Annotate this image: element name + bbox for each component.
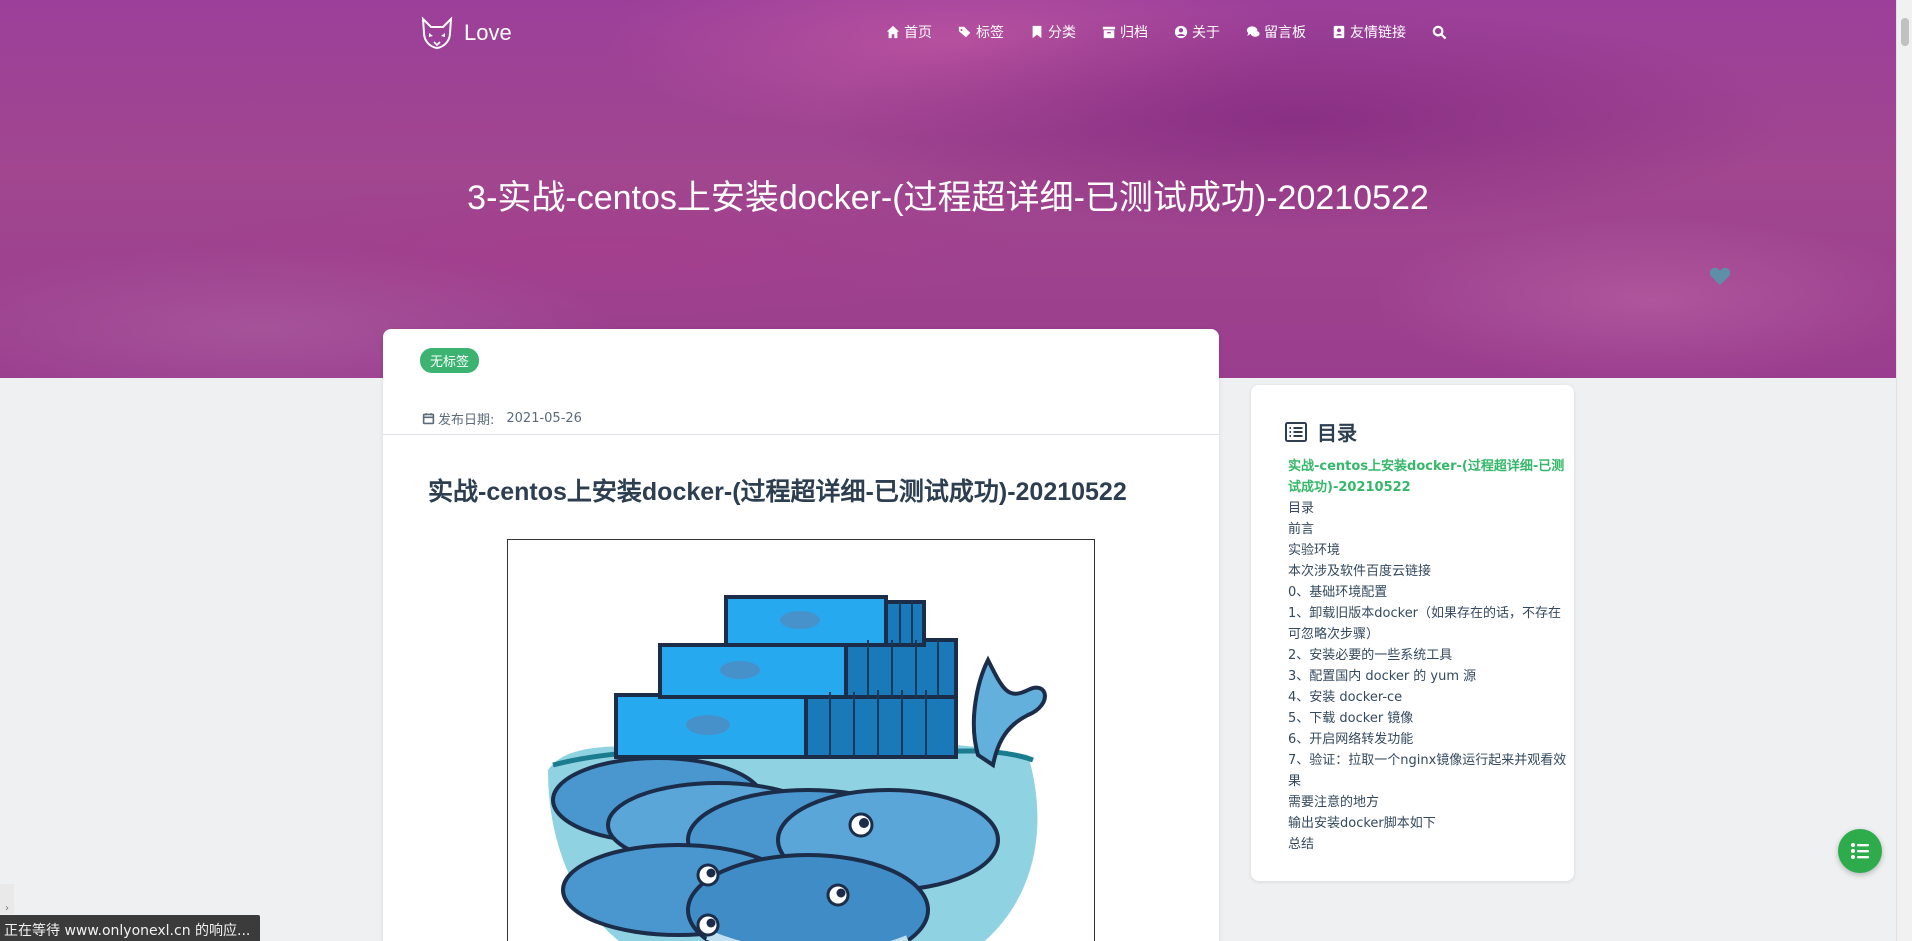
toc-list: 实战-centos上安装docker-(过程超详细-已测试成功)-2021052… [1288,456,1570,855]
heart-icon[interactable] [1709,266,1731,286]
toc-header: 目录 [1285,417,1357,446]
date-label: 发布日期: [438,413,495,428]
fox-logo-icon [421,16,453,50]
toc-item[interactable]: 0、基础环境配置 [1288,582,1570,603]
nav-menu: 首页 标签 分类 归档 关于 留言板 友情链接 [886,22,1451,42]
nav-archive[interactable]: 归档 [1102,22,1148,42]
divider [383,434,1219,435]
toc-item[interactable]: 实验环境 [1288,540,1570,561]
nav-about-label: 关于 [1192,25,1220,41]
address-card-icon [1333,25,1345,39]
browser-status-bar: 正在等待 www.onlyonexl.cn 的响应... [0,915,261,941]
toc-item[interactable]: 输出安装docker脚本如下 [1288,813,1570,834]
toc-title: 目录 [1317,421,1357,445]
toc-item[interactable]: 本次涉及软件百度云链接 [1288,561,1570,582]
comments-icon [1246,26,1260,37]
nav-category-label: 分类 [1048,25,1076,41]
tags-icon [958,26,971,38]
nav-tags-label: 标签 [976,25,1004,41]
archive-icon [1102,26,1116,39]
nav-guestbook-label: 留言板 [1264,25,1306,41]
toc-toggle-button[interactable] [1838,829,1882,873]
scrollbar-thumb[interactable] [1901,18,1909,46]
toc-item[interactable]: 总结 [1288,834,1570,855]
nav-guestbook[interactable]: 留言板 [1246,22,1306,42]
list-icon [1285,421,1307,442]
hero-title: 3-实战-centos上安装docker-(过程超详细-已测试成功)-20210… [467,179,1429,217]
toc-item[interactable]: 4、安装 docker-ce [1288,687,1570,708]
toc-item[interactable]: 目录 [1288,498,1570,519]
top-navbar: Love 首页 标签 分类 归档 关于 留言板 友情链接 [0,0,1896,66]
toc-card: 目录 实战-centos上安装docker-(过程超详细-已测试成功)-2021… [1251,385,1574,881]
toc-item[interactable]: 6、开启网络转发功能 [1288,729,1570,750]
publish-date: 发布日期: 2021-05-26 [422,409,582,428]
toc-item[interactable]: 3、配置国内 docker 的 yum 源 [1288,666,1570,687]
home-icon [886,25,900,39]
article-heading: 实战-centos上安装docker-(过程超详细-已测试成功)-2021052… [428,478,1127,506]
toc-item[interactable]: 5、下载 docker 镜像 [1288,708,1570,729]
brand[interactable]: Love [420,16,512,50]
nav-friend-links-label: 友情链接 [1350,25,1406,41]
nav-friend-links[interactable]: 友情链接 [1332,22,1406,42]
toc-item[interactable]: 2、安装必要的一些系统工具 [1288,645,1570,666]
nav-home[interactable]: 首页 [886,22,932,42]
docker-whale-illustration [548,595,1047,941]
toc-item[interactable]: 1、卸载旧版本docker（如果存在的话，不存在可忽略次步骤） [1288,603,1570,645]
page-scrollbar[interactable] [1896,0,1912,941]
bookmark-icon [1032,25,1042,39]
docker-logo-image [507,539,1095,941]
toc-item[interactable]: 需要注意的地方 [1288,792,1570,813]
article-card: 无标签 发布日期: 2021-05-26 实战-centos上安装docker-… [383,329,1219,941]
date-value: 2021-05-26 [506,411,582,426]
brand-name: Love [464,20,512,45]
toc-item[interactable]: 前言 [1288,519,1570,540]
nav-about[interactable]: 关于 [1174,22,1220,42]
list-ul-icon [1851,843,1869,859]
user-circle-icon [1174,25,1188,39]
side-tab[interactable]: › [0,884,14,914]
nav-search-button[interactable] [1432,25,1451,40]
search-icon [1432,25,1447,39]
tag-badge[interactable]: 无标签 [420,348,480,373]
toc-item[interactable]: 7、验证：拉取一个nginx镜像运行起来并观看效果 [1288,750,1570,792]
nav-home-label: 首页 [904,25,932,41]
nav-category[interactable]: 分类 [1030,22,1076,42]
hero-banner: Love 首页 标签 分类 归档 关于 留言板 友情链接 3-实战-centos… [0,0,1896,378]
nav-archive-label: 归档 [1120,25,1148,41]
toc-item[interactable]: 实战-centos上安装docker-(过程超详细-已测试成功)-2021052… [1288,456,1570,498]
calendar-icon [422,413,435,425]
nav-tags[interactable]: 标签 [958,22,1004,42]
